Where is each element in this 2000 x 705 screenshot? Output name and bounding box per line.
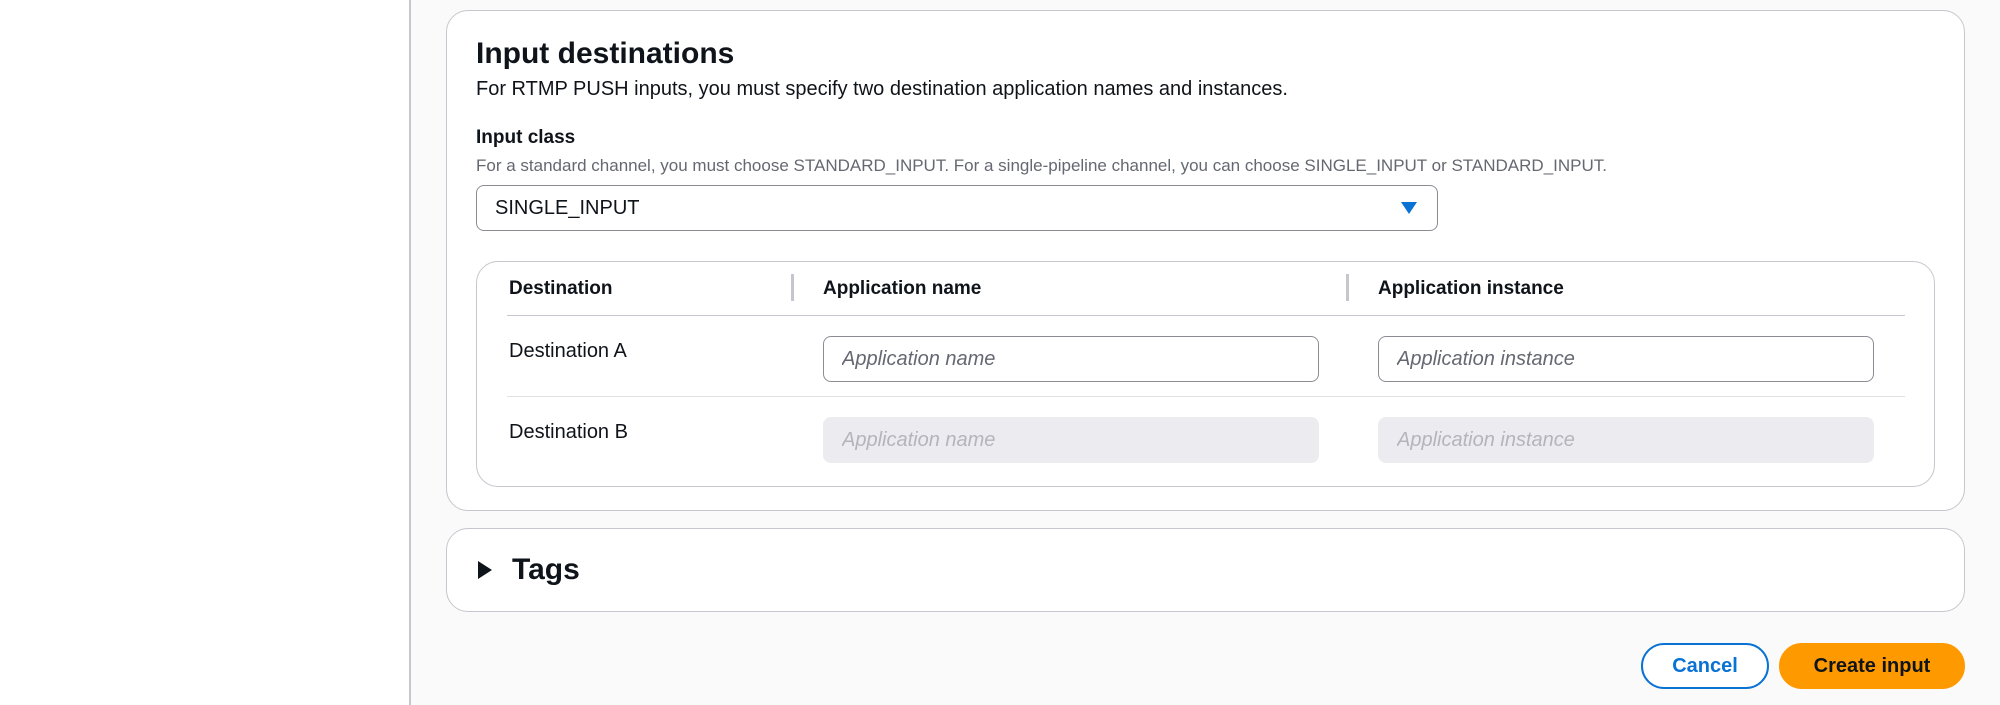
table-row-destination-b: Destination B	[507, 397, 1905, 477]
destination-a-application-name-input[interactable]	[823, 336, 1319, 382]
table-row-destination-a: Destination A	[507, 316, 1905, 397]
input-class-selected-value: SINGLE_INPUT	[495, 196, 640, 219]
create-input-button[interactable]: Create input	[1779, 643, 1965, 689]
destinations-table: Destination Application name Application…	[476, 261, 1935, 487]
input-class-label: Input class	[476, 127, 576, 148]
table-header: Destination Application name Application…	[507, 262, 1905, 316]
section-description: For RTMP PUSH inputs, you must specify t…	[476, 78, 1288, 100]
input-destinations-container: Input destinations For RTMP PUSH inputs,…	[446, 10, 1965, 511]
caret-down-icon	[1401, 202, 1417, 214]
destination-b-application-name-input	[823, 417, 1319, 463]
tags-title: Tags	[512, 553, 580, 586]
destination-label: Destination A	[509, 340, 627, 362]
destination-label: Destination B	[509, 421, 628, 443]
destination-b-application-instance-input	[1378, 417, 1874, 463]
tags-expand-toggle[interactable]: Tags	[478, 551, 580, 589]
column-divider[interactable]	[791, 274, 794, 301]
column-header-application-instance: Application instance	[1378, 278, 1564, 299]
caret-right-icon	[478, 561, 492, 579]
input-class-description: For a standard channel, you must choose …	[476, 156, 1607, 175]
section-title: Input destinations	[476, 37, 735, 70]
column-header-application-name: Application name	[823, 278, 982, 299]
cancel-button[interactable]: Cancel	[1641, 643, 1769, 689]
left-navigation-panel	[0, 0, 411, 705]
tags-container: Tags	[446, 528, 1965, 612]
input-class-select[interactable]: SINGLE_INPUT	[476, 185, 1438, 231]
column-header-destination: Destination	[509, 278, 613, 299]
destination-a-application-instance-input[interactable]	[1378, 336, 1874, 382]
column-divider[interactable]	[1346, 274, 1349, 301]
